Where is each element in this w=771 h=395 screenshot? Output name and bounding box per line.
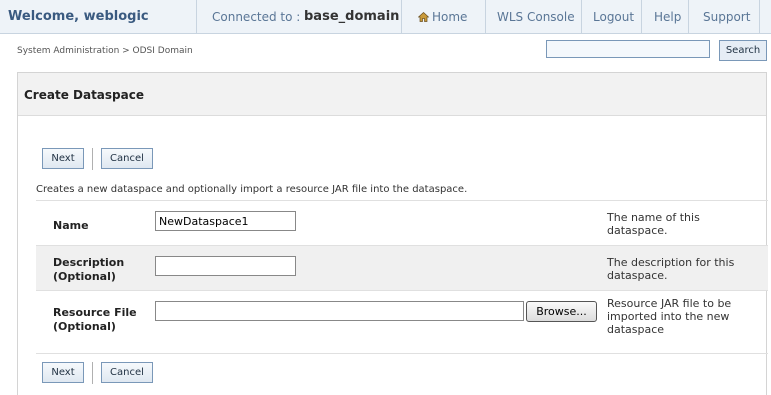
next-button-bottom[interactable]: Next bbox=[42, 362, 84, 383]
name-help: The name of this dataspace. bbox=[607, 211, 700, 237]
panel-header: Create Dataspace bbox=[18, 73, 766, 116]
support-link[interactable]: Support bbox=[703, 10, 750, 24]
divider bbox=[641, 0, 642, 33]
row-divider bbox=[36, 200, 768, 201]
name-input[interactable] bbox=[155, 211, 296, 231]
divider bbox=[401, 0, 402, 33]
search-button[interactable]: Search bbox=[719, 40, 767, 61]
row-divider bbox=[36, 290, 768, 291]
search-input[interactable] bbox=[546, 40, 710, 58]
description-input[interactable] bbox=[155, 256, 296, 276]
divider bbox=[196, 0, 197, 33]
wls-console-link[interactable]: WLS Console bbox=[497, 10, 575, 24]
help-link[interactable]: Help bbox=[654, 10, 681, 24]
divider bbox=[759, 0, 760, 33]
button-divider bbox=[92, 362, 93, 384]
breadcrumb[interactable]: System Administration > ODSI Domain bbox=[17, 46, 193, 56]
welcome-text: Welcome, weblogic bbox=[8, 9, 149, 24]
resource-file-label: Resource File (Optional) bbox=[53, 306, 137, 333]
row-divider bbox=[36, 353, 768, 354]
description-label: Description (Optional) bbox=[53, 256, 125, 283]
browse-button[interactable]: Browse... bbox=[526, 301, 597, 322]
top-bar: Welcome, weblogic Connected to : base_do… bbox=[0, 0, 771, 34]
connected-label: Connected to : bbox=[212, 10, 301, 24]
divider bbox=[485, 0, 486, 33]
description-help: The description for this dataspace. bbox=[607, 256, 735, 282]
username: weblogic bbox=[83, 9, 149, 24]
home-link[interactable]: Home bbox=[418, 10, 467, 24]
name-label: Name bbox=[53, 219, 89, 232]
cancel-button-bottom[interactable]: Cancel bbox=[101, 362, 153, 383]
home-icon bbox=[418, 12, 429, 22]
page-title: Create Dataspace bbox=[24, 88, 144, 102]
divider bbox=[581, 0, 582, 33]
domain-name: base_domain bbox=[304, 9, 400, 24]
form-description: Creates a new dataspace and optionally i… bbox=[36, 184, 468, 195]
resource-file-input[interactable] bbox=[155, 301, 524, 321]
next-button-top[interactable]: Next bbox=[42, 148, 84, 169]
divider bbox=[688, 0, 689, 33]
cancel-button-top[interactable]: Cancel bbox=[101, 148, 153, 169]
button-divider bbox=[92, 148, 93, 170]
logout-link[interactable]: Logout bbox=[593, 10, 634, 24]
resource-file-help: Resource JAR file to be imported into th… bbox=[607, 297, 732, 336]
